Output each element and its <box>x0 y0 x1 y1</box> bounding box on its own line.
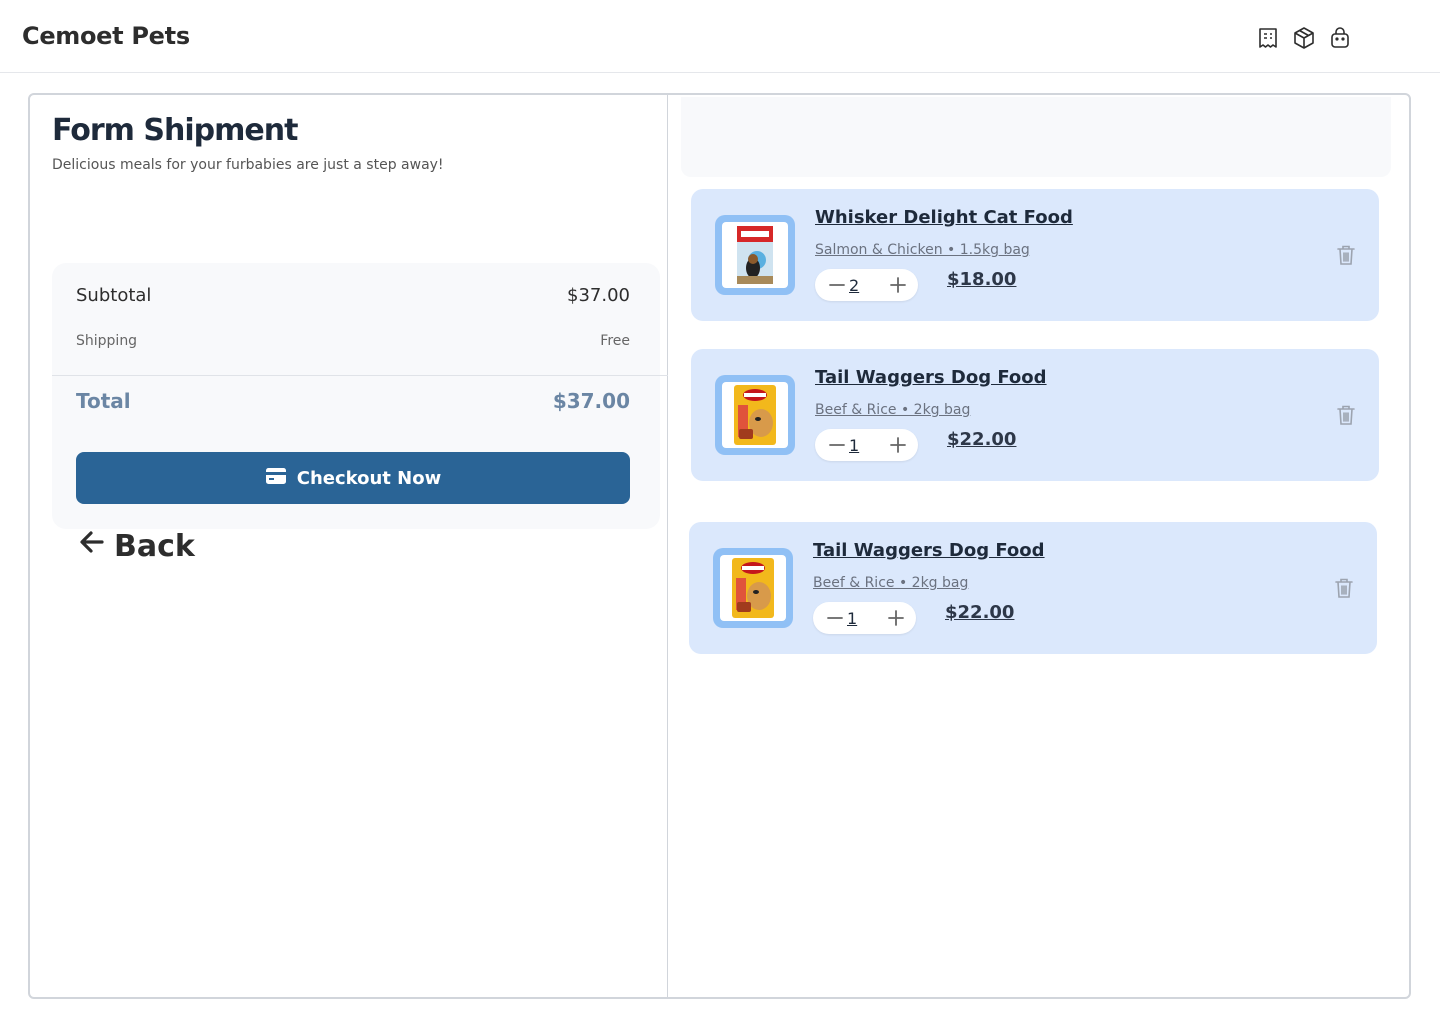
summary-divider <box>52 375 668 376</box>
quantity-stepper: 1 <box>815 429 918 461</box>
page-title: Form Shipment <box>52 113 298 148</box>
app-title[interactable]: Cemoet Pets <box>22 22 190 50</box>
pedigree-bag-image <box>734 385 776 445</box>
pedigree-bag-image <box>732 558 774 618</box>
package-icon[interactable] <box>1292 26 1316 50</box>
shopping-bag-icon[interactable] <box>1328 26 1352 50</box>
subtotal-row: Subtotal $37.00 <box>76 285 630 306</box>
product-description[interactable]: Beef & Rice • 2kg bag <box>815 402 970 418</box>
checkout-label: Checkout Now <box>296 467 442 489</box>
back-label: Back <box>114 528 195 564</box>
cart-header-banner <box>681 97 1391 177</box>
quantity-value[interactable]: 2 <box>849 276 859 295</box>
subtotal-value: $37.00 <box>567 285 630 306</box>
arrow-left-icon <box>78 528 106 564</box>
shipping-row: Shipping Free <box>76 333 630 349</box>
top-bar: Cemoet Pets <box>0 0 1440 73</box>
product-description[interactable]: Beef & Rice • 2kg bag <box>813 575 968 591</box>
product-price: $22.00 <box>945 602 1015 623</box>
cart-item: Tail Waggers Dog Food Beef & Rice • 2kg … <box>689 522 1377 654</box>
order-summary: Subtotal $37.00 Shipping Free Total $37.… <box>52 263 668 529</box>
back-link[interactable]: Back <box>78 528 195 564</box>
main-frame: Form Shipment Delicious meals for your f… <box>28 93 1411 999</box>
product-thumbnail[interactable] <box>713 548 793 628</box>
product-name[interactable]: Whisker Delight Cat Food <box>815 207 1073 228</box>
cart-item: Tail Waggers Dog Food Beef & Rice • 2kg … <box>691 349 1379 481</box>
shipping-value: Free <box>600 333 630 349</box>
checkout-button[interactable]: Checkout Now <box>76 452 630 504</box>
cart-item: Whisker Delight Cat Food Salmon & Chicke… <box>691 189 1379 321</box>
minus-icon[interactable] <box>827 610 843 626</box>
product-thumbnail[interactable] <box>715 215 795 295</box>
royal-canin-bag-image <box>737 226 773 284</box>
trash-icon[interactable] <box>1334 577 1354 603</box>
quantity-value[interactable]: 1 <box>849 436 859 455</box>
trash-icon[interactable] <box>1336 244 1356 270</box>
header-icons <box>1256 26 1352 50</box>
total-row: Total $37.00 <box>76 389 630 413</box>
credit-card-icon <box>265 467 287 490</box>
plus-icon[interactable] <box>890 277 906 293</box>
cart-panel: Whisker Delight Cat Food Salmon & Chicke… <box>669 95 1411 997</box>
subtotal-label: Subtotal <box>76 285 152 306</box>
product-name[interactable]: Tail Waggers Dog Food <box>813 540 1045 561</box>
quantity-stepper: 2 <box>815 269 918 301</box>
total-value: $37.00 <box>552 389 630 413</box>
quantity-stepper: 1 <box>813 602 916 634</box>
quantity-value[interactable]: 1 <box>847 609 857 628</box>
page-subtitle: Delicious meals for your furbabies are j… <box>52 157 444 173</box>
minus-icon[interactable] <box>829 277 845 293</box>
receipt-icon[interactable] <box>1256 26 1280 50</box>
shipping-label: Shipping <box>76 333 138 349</box>
plus-icon[interactable] <box>890 437 906 453</box>
plus-icon[interactable] <box>888 610 904 626</box>
product-price: $18.00 <box>947 269 1017 290</box>
trash-icon[interactable] <box>1336 404 1356 430</box>
product-name[interactable]: Tail Waggers Dog Food <box>815 367 1047 388</box>
product-thumbnail[interactable] <box>715 375 795 455</box>
total-label: Total <box>76 389 131 413</box>
product-price: $22.00 <box>947 429 1017 450</box>
shipment-form-panel: Form Shipment Delicious meals for your f… <box>30 95 668 997</box>
minus-icon[interactable] <box>829 437 845 453</box>
product-description[interactable]: Salmon & Chicken • 1.5kg bag <box>815 242 1030 258</box>
